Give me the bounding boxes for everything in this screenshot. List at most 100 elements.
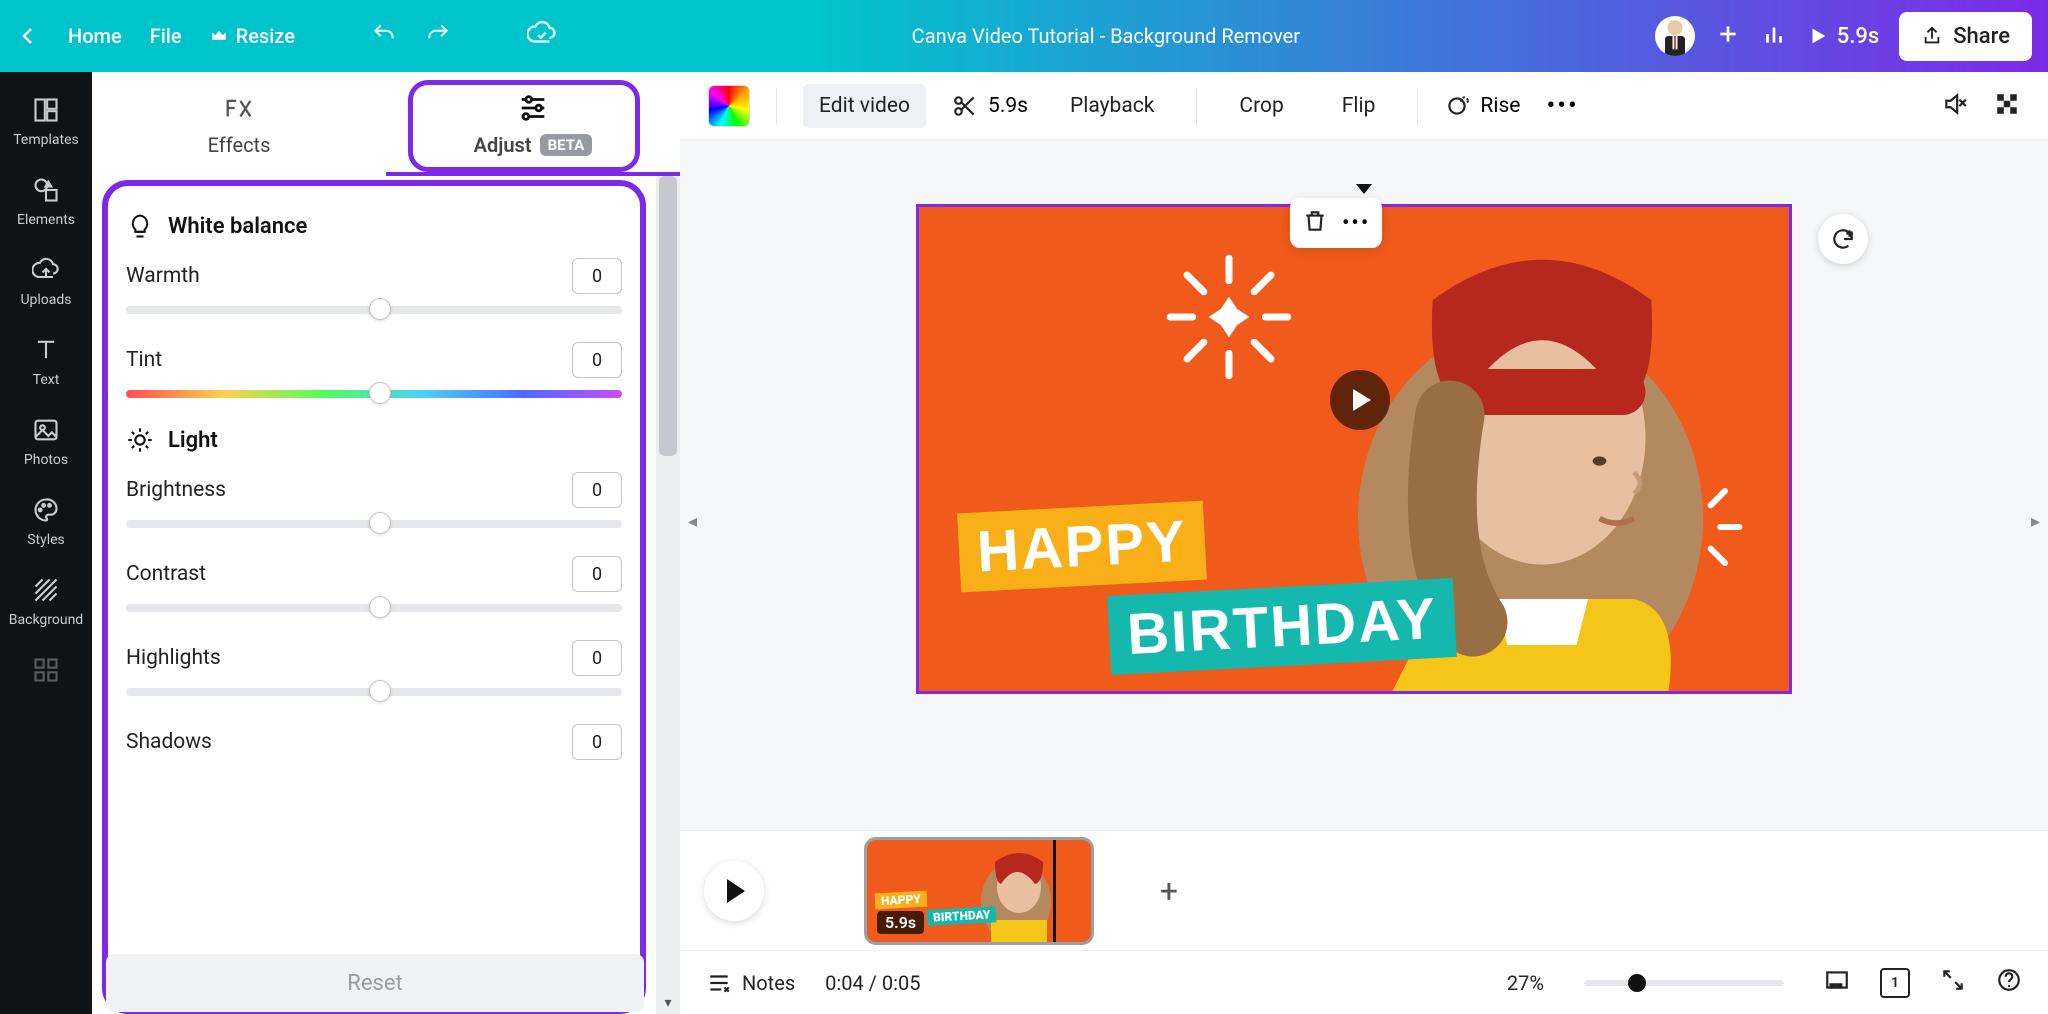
document-title[interactable]: Canva Video Tutorial - Background Remove… bbox=[557, 24, 1655, 48]
present-button[interactable]: 5.9s bbox=[1807, 24, 1879, 49]
share-label: Share bbox=[1953, 24, 2010, 49]
regenerate-button[interactable] bbox=[1818, 214, 1868, 264]
canvas-page[interactable]: HAPPY BIRTHDAY bbox=[916, 204, 1792, 694]
rail-apps[interactable] bbox=[0, 644, 92, 696]
view-grid-icon[interactable] bbox=[1824, 967, 1850, 998]
more-icon[interactable]: ••• bbox=[1342, 211, 1370, 236]
tab-adjust[interactable]: AdjustBETA bbox=[386, 72, 680, 176]
slider-tint: Tint 0 bbox=[126, 342, 622, 398]
help-icon[interactable] bbox=[1996, 967, 2022, 998]
rail-photos[interactable]: Photos bbox=[0, 404, 92, 480]
panel-scrollbar[interactable]: ▴ ▾ bbox=[656, 176, 680, 1014]
insights-icon[interactable] bbox=[1761, 21, 1787, 52]
rail-background[interactable]: Background bbox=[0, 564, 92, 640]
slider-track[interactable] bbox=[126, 306, 622, 314]
home-menu[interactable]: Home bbox=[68, 24, 122, 48]
slider-track[interactable] bbox=[126, 604, 622, 612]
add-member-icon[interactable] bbox=[1715, 21, 1741, 52]
color-swatch[interactable] bbox=[708, 85, 750, 127]
group-title: White balance bbox=[168, 214, 307, 239]
canvas-scroll-right-icon[interactable]: ▸ bbox=[2031, 511, 2040, 532]
slider-value[interactable]: 0 bbox=[572, 472, 622, 508]
zoom-slider[interactable] bbox=[1584, 980, 1784, 986]
tab-effects[interactable]: Effects bbox=[92, 72, 386, 176]
duration-button[interactable]: 5.9s bbox=[952, 93, 1028, 119]
slider-track[interactable] bbox=[126, 688, 622, 696]
rail-templates[interactable]: Templates bbox=[0, 84, 92, 160]
styles-icon bbox=[32, 496, 60, 524]
canvas-play-button[interactable] bbox=[1330, 370, 1390, 430]
group-light: Light bbox=[126, 426, 622, 454]
cloud-sync-icon[interactable] bbox=[527, 19, 557, 54]
animate-button[interactable]: Rise bbox=[1444, 93, 1520, 119]
zoom-value[interactable]: 27% bbox=[1507, 971, 1544, 995]
notes-icon bbox=[706, 970, 732, 996]
timeline-clip[interactable]: HAPPY BIRTHDAY 5.9s bbox=[864, 837, 1094, 945]
page-indicator[interactable]: 1 bbox=[1880, 968, 1910, 998]
rail-elements[interactable]: Elements bbox=[0, 164, 92, 240]
transparency-icon[interactable] bbox=[1994, 91, 2020, 121]
more-icon[interactable]: ••• bbox=[1546, 91, 1578, 121]
slider-track[interactable] bbox=[126, 390, 622, 398]
slider-label: Contrast bbox=[126, 562, 206, 586]
clip-duration: 5.9s bbox=[877, 911, 924, 934]
file-menu[interactable]: File bbox=[150, 24, 182, 48]
canvas-scroll-left-icon[interactable]: ◂ bbox=[688, 511, 697, 532]
scroll-down-icon[interactable]: ▾ bbox=[656, 992, 680, 1014]
scrollbar-handle[interactable] bbox=[659, 176, 677, 456]
slider-thumb[interactable] bbox=[369, 298, 391, 320]
edit-video-button[interactable]: Edit video bbox=[803, 84, 926, 128]
crop-button[interactable]: Crop bbox=[1223, 84, 1299, 128]
rail-uploads[interactable]: Uploads bbox=[0, 244, 92, 320]
rail-styles[interactable]: Styles bbox=[0, 484, 92, 560]
separator bbox=[1417, 88, 1418, 124]
fullscreen-icon[interactable] bbox=[1940, 967, 1966, 998]
reset-button[interactable]: Reset bbox=[106, 954, 644, 1012]
slider-label: Tint bbox=[126, 348, 162, 372]
photos-icon bbox=[32, 416, 60, 444]
clip-text: HAPPY bbox=[875, 890, 928, 909]
flip-button[interactable]: Flip bbox=[1326, 84, 1392, 128]
delete-icon[interactable] bbox=[1302, 208, 1328, 238]
timeline-playhead[interactable] bbox=[1053, 840, 1056, 942]
slider-value[interactable]: 0 bbox=[572, 556, 622, 592]
zoom-thumb[interactable] bbox=[1628, 974, 1646, 992]
avatar[interactable] bbox=[1655, 16, 1695, 56]
elements-icon bbox=[32, 176, 60, 204]
share-button[interactable]: Share bbox=[1899, 12, 2032, 61]
canvas-area[interactable]: HAPPY BIRTHDAY ••• ◂ ▸ ⌄ bbox=[680, 140, 2048, 882]
slider-value[interactable]: 0 bbox=[572, 342, 622, 378]
slider-track[interactable] bbox=[126, 520, 622, 528]
slider-value[interactable]: 0 bbox=[572, 724, 622, 760]
notes-button[interactable]: Notes bbox=[706, 970, 795, 996]
slider-thumb[interactable] bbox=[369, 596, 391, 618]
resize-label: Resize bbox=[236, 24, 295, 48]
timeline-play-button[interactable] bbox=[704, 861, 764, 921]
redo-icon[interactable] bbox=[425, 21, 451, 52]
slider-value[interactable]: 0 bbox=[572, 258, 622, 294]
add-clip-button[interactable]: + bbox=[1114, 837, 1224, 945]
slider-warmth: Warmth0 bbox=[126, 258, 622, 314]
notes-label: Notes bbox=[742, 971, 795, 995]
animate-icon bbox=[1444, 93, 1470, 119]
rail-label: Text bbox=[33, 372, 60, 388]
rail-text[interactable]: Text bbox=[0, 324, 92, 400]
resize-menu[interactable]: Resize bbox=[210, 24, 295, 48]
sliders-icon bbox=[516, 91, 550, 125]
top-bar: Home File Resize Canva Video Tutorial - … bbox=[0, 0, 2048, 72]
crown-icon bbox=[210, 27, 228, 45]
slider-thumb[interactable] bbox=[369, 382, 391, 404]
mute-icon[interactable] bbox=[1942, 91, 1968, 121]
slider-value[interactable]: 0 bbox=[572, 640, 622, 676]
undo-icon[interactable] bbox=[371, 21, 397, 52]
slider-thumb[interactable] bbox=[369, 680, 391, 702]
canvas-text-happy[interactable]: HAPPY bbox=[957, 501, 1207, 593]
slider-label: Brightness bbox=[126, 478, 226, 502]
group-title: Light bbox=[168, 428, 218, 453]
slider-thumb[interactable] bbox=[369, 512, 391, 534]
rail-label: Elements bbox=[17, 212, 75, 228]
uploads-icon bbox=[32, 256, 60, 284]
slider-contrast: Contrast 0 bbox=[126, 556, 622, 612]
playback-button[interactable]: Playback bbox=[1054, 84, 1170, 128]
back-icon[interactable] bbox=[16, 24, 40, 48]
